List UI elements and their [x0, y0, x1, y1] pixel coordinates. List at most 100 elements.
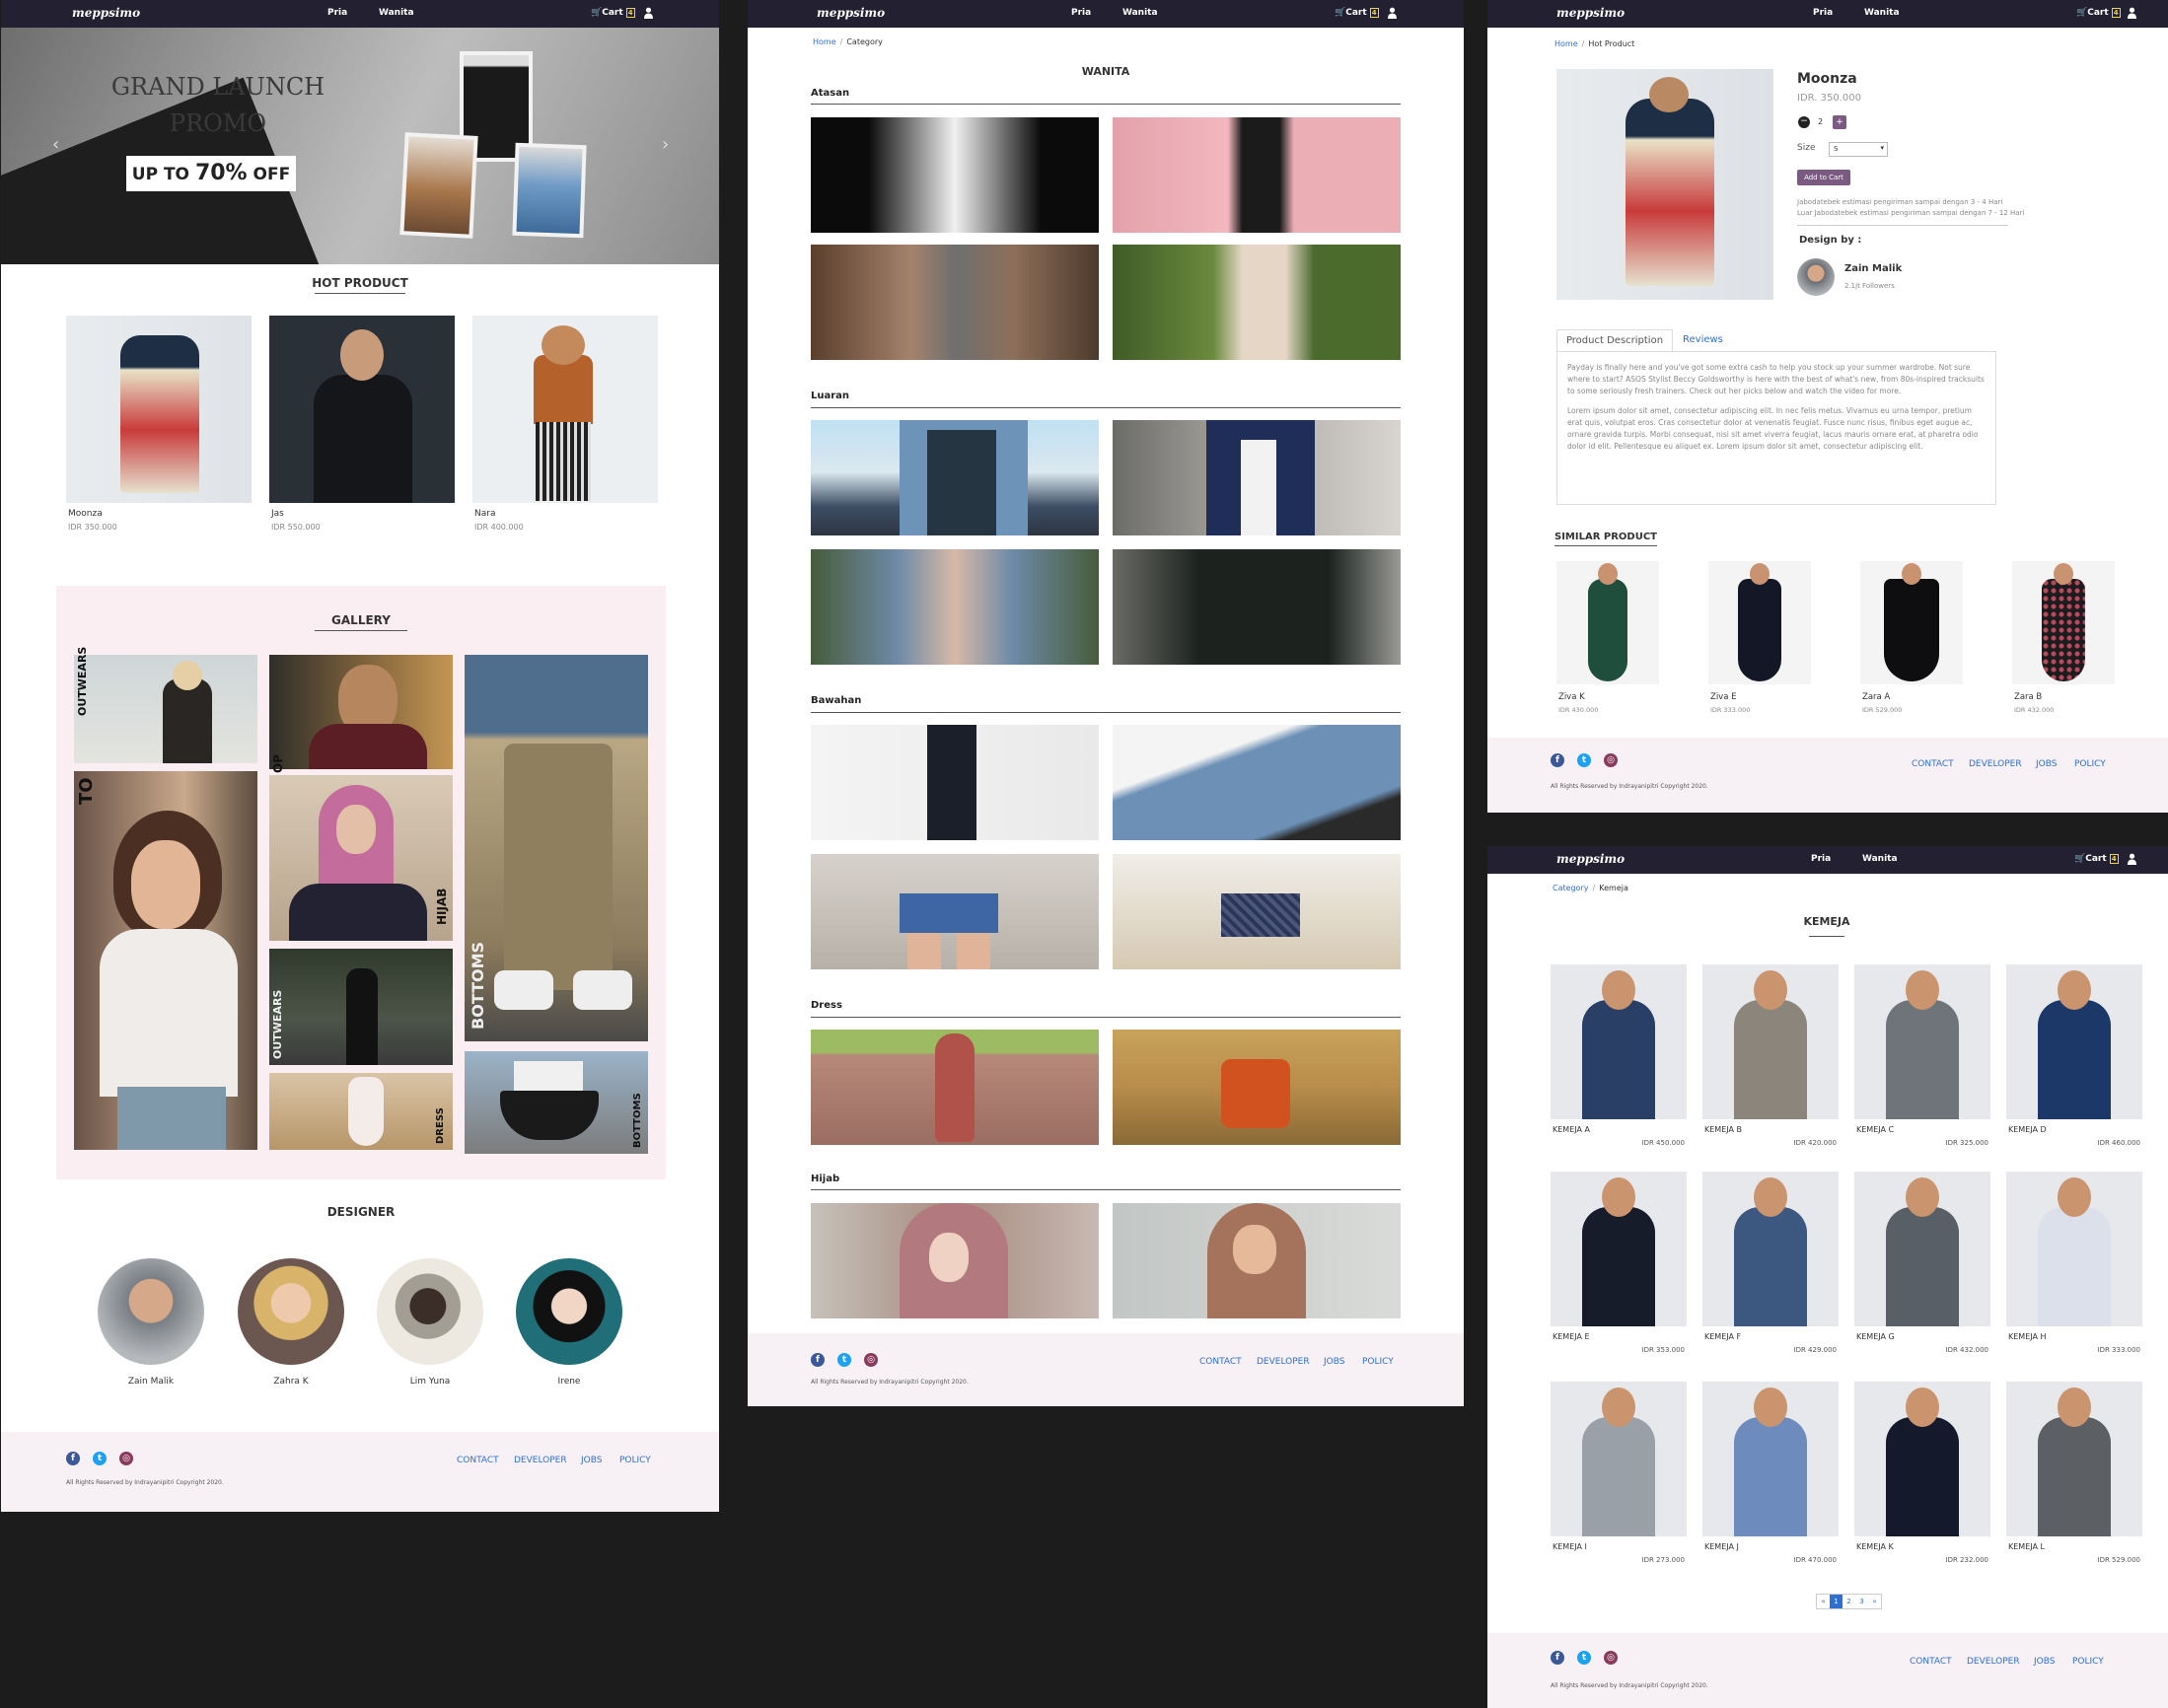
designer-name[interactable]: Irene	[516, 1377, 622, 1387]
carousel-prev-icon[interactable]: ‹	[52, 134, 59, 155]
designer-name[interactable]: Zain Malik	[1844, 263, 1902, 274]
footer-link-jobs[interactable]: JOBS	[2034, 1657, 2055, 1667]
product-image[interactable]	[1854, 964, 1990, 1119]
facebook-icon[interactable]: f	[811, 1353, 825, 1367]
product-name[interactable]: KEMEJA G	[1856, 1332, 1895, 1341]
footer-link-contact[interactable]: CONTACT	[1199, 1357, 1242, 1367]
footer-link-policy[interactable]: POLICY	[2074, 759, 2106, 769]
footer-link-jobs[interactable]: JOBS	[581, 1456, 602, 1465]
instagram-icon[interactable]: ◎	[1604, 1651, 1618, 1665]
footer-link-policy[interactable]: POLICY	[1362, 1357, 1394, 1367]
designer-avatar[interactable]	[516, 1258, 622, 1365]
similar-product-name[interactable]: Zara A	[1862, 692, 1890, 702]
nav-pria[interactable]: Pria	[1813, 8, 1833, 18]
similar-product-name[interactable]: Ziva E	[1710, 692, 1737, 702]
designer-name[interactable]: Lim Yuna	[377, 1377, 483, 1387]
designer-name[interactable]: Zain Malik	[98, 1377, 204, 1387]
product-image[interactable]	[1854, 1382, 1990, 1536]
brand-logo[interactable]: meppsimo	[72, 6, 140, 20]
hot-product-name[interactable]: Moonza	[68, 509, 103, 519]
footer-link-contact[interactable]: CONTACT	[1910, 1657, 1952, 1667]
product-name[interactable]: KEMEJA I	[1553, 1542, 1587, 1551]
gallery-outwears-photo[interactable]	[74, 655, 257, 763]
product-image[interactable]	[1854, 1172, 1990, 1326]
product-image[interactable]	[1551, 1172, 1687, 1326]
nav-wanita[interactable]: Wanita	[379, 8, 414, 18]
footer-link-contact[interactable]: CONTACT	[1912, 759, 1954, 769]
similar-product-image[interactable]	[2012, 561, 2115, 684]
product-image[interactable]	[2006, 964, 2142, 1119]
category-image[interactable]	[1113, 1030, 1401, 1145]
product-image[interactable]	[1702, 1382, 1839, 1536]
pagination-page-3[interactable]: 3	[1855, 1595, 1868, 1608]
product-name[interactable]: KEMEJA L	[2008, 1542, 2045, 1551]
instagram-icon[interactable]: ◎	[1604, 753, 1618, 767]
nav-pria[interactable]: Pria	[327, 8, 347, 18]
gallery-top-photo[interactable]	[74, 771, 257, 1150]
product-name[interactable]: KEMEJA A	[1553, 1125, 1590, 1134]
cart-button[interactable]: 🛒Cart 4	[2074, 854, 2119, 864]
similar-product-image[interactable]	[1708, 561, 1811, 684]
hot-product-image-2[interactable]	[269, 316, 455, 503]
tab-product-description[interactable]: Product Description	[1556, 329, 1673, 352]
gallery-top2-photo[interactable]	[269, 655, 453, 769]
product-name[interactable]: KEMEJA J	[1704, 1542, 1739, 1551]
category-image[interactable]	[1113, 245, 1401, 360]
user-icon[interactable]	[643, 7, 654, 19]
product-name[interactable]: KEMEJA K	[1856, 1542, 1894, 1551]
product-name[interactable]: KEMEJA F	[1704, 1332, 1741, 1341]
brand-logo[interactable]: meppsimo	[817, 6, 885, 20]
similar-product-name[interactable]: Zara B	[2014, 692, 2042, 702]
product-name[interactable]: KEMEJA E	[1553, 1332, 1590, 1341]
breadcrumb-home[interactable]: Home	[813, 37, 836, 46]
twitter-icon[interactable]: t	[837, 1353, 851, 1367]
product-name[interactable]: KEMEJA D	[2008, 1125, 2047, 1134]
designer-name[interactable]: Zahra K	[238, 1377, 344, 1387]
product-image[interactable]	[1702, 1172, 1839, 1326]
nav-pria[interactable]: Pria	[1811, 854, 1831, 864]
category-image[interactable]	[811, 1203, 1099, 1318]
footer-link-developer[interactable]: DEVELOPER	[514, 1456, 567, 1465]
product-image[interactable]	[2006, 1172, 2142, 1326]
category-image[interactable]	[811, 549, 1099, 665]
category-image[interactable]	[1113, 854, 1401, 969]
designer-avatar[interactable]	[377, 1258, 483, 1365]
designer-avatar[interactable]	[238, 1258, 344, 1365]
instagram-icon[interactable]: ◎	[864, 1353, 878, 1367]
twitter-icon[interactable]: t	[1577, 753, 1591, 767]
category-image[interactable]	[1113, 549, 1401, 665]
twitter-icon[interactable]: t	[1577, 1651, 1591, 1665]
similar-product-image[interactable]	[1860, 561, 1963, 684]
brand-logo[interactable]: meppsimo	[1556, 6, 1625, 20]
footer-link-policy[interactable]: POLICY	[2072, 1657, 2104, 1667]
footer-link-developer[interactable]: DEVELOPER	[1967, 1657, 2020, 1667]
footer-link-jobs[interactable]: JOBS	[2036, 759, 2057, 769]
hot-product-name[interactable]: Nara	[474, 509, 495, 519]
breadcrumb-category[interactable]: Category	[1553, 884, 1589, 892]
qty-decrease-button[interactable]: −	[1798, 116, 1810, 128]
qty-increase-button[interactable]: +	[1833, 115, 1846, 129]
designer-avatar[interactable]	[98, 1258, 204, 1365]
product-image[interactable]	[1551, 964, 1687, 1119]
gallery-dress-photo[interactable]	[269, 1073, 453, 1150]
designer-avatar[interactable]	[1797, 258, 1835, 296]
similar-product-image[interactable]	[1556, 561, 1659, 684]
category-image[interactable]	[811, 117, 1099, 233]
product-name[interactable]: KEMEJA H	[2008, 1332, 2047, 1341]
pagination-page-2[interactable]: 2	[1843, 1595, 1855, 1608]
product-image[interactable]	[2006, 1382, 2142, 1536]
hot-product-image-1[interactable]	[66, 316, 252, 503]
category-image[interactable]	[1113, 117, 1401, 233]
twitter-icon[interactable]: t	[93, 1452, 107, 1465]
cart-button[interactable]: 🛒Cart 4	[591, 8, 635, 18]
add-to-cart-button[interactable]: Add to Cart	[1797, 170, 1850, 185]
category-image[interactable]	[811, 725, 1099, 840]
category-image[interactable]	[811, 245, 1099, 360]
nav-pria[interactable]: Pria	[1071, 8, 1091, 18]
category-image[interactable]	[811, 420, 1099, 535]
footer-link-policy[interactable]: POLICY	[619, 1456, 651, 1465]
size-select[interactable]: S ▾	[1829, 142, 1888, 157]
nav-wanita[interactable]: Wanita	[1862, 854, 1898, 864]
category-image[interactable]	[1113, 1203, 1401, 1318]
cart-button[interactable]: 🛒Cart 4	[2076, 8, 2121, 18]
